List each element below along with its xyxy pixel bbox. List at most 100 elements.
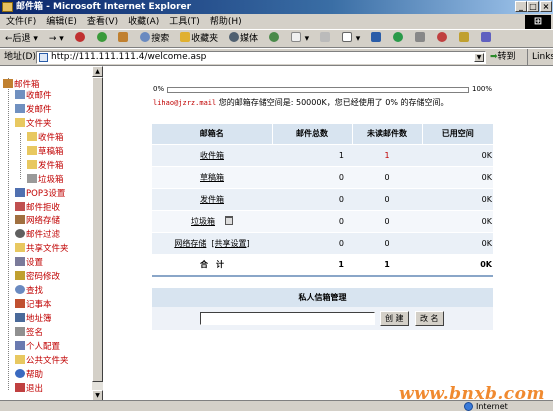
sidebar-item-notepad[interactable]: 记事本	[15, 299, 52, 310]
sidebar-item-profile[interactable]: 个人配置	[15, 341, 60, 352]
discuss-icon	[371, 32, 382, 42]
folder-open-icon	[15, 118, 25, 127]
private-folder-name-input[interactable]	[200, 312, 375, 325]
total-count: 1	[272, 143, 352, 166]
logout-icon	[15, 383, 25, 392]
print-icon	[320, 32, 331, 42]
col-header-total: 邮件总数	[271, 124, 352, 144]
total-count: 0	[272, 209, 352, 232]
edit-icon	[341, 32, 352, 42]
folder-link-trash[interactable]: 垃圾箱	[191, 217, 215, 226]
print-button[interactable]	[317, 30, 334, 47]
menu-help[interactable]: 帮助(H)	[206, 14, 246, 30]
sidebar-scrollbar[interactable]: ▲ ▼	[92, 66, 103, 401]
user-email: lihao@jzrz.mail	[153, 99, 217, 107]
unread-count: 1	[352, 143, 422, 166]
sidebar-item-send[interactable]: 发邮件	[15, 104, 52, 115]
sidebar-item-signature[interactable]: 签名	[15, 327, 43, 338]
minimize-button[interactable]: _	[515, 1, 527, 12]
title-bar: 邮件箱 - Microsoft Internet Explorer _ □ ×	[0, 0, 553, 14]
security-zone: Internet	[464, 401, 508, 411]
home-button[interactable]	[115, 30, 132, 47]
go-button[interactable]: ➡转到	[490, 49, 516, 66]
sidebar-item-folders[interactable]: 文件夹	[15, 118, 52, 129]
sidebar-item-trash[interactable]: 垃圾箱	[27, 174, 64, 185]
links-button[interactable]: Links	[527, 49, 553, 66]
tool-button-4[interactable]	[478, 30, 495, 47]
sidebar-item-shared[interactable]: 共享文件夹	[15, 243, 69, 254]
sidebar-item-storage[interactable]: 网络存储	[15, 215, 60, 226]
sidebar-item-pop3[interactable]: POP3设置	[15, 188, 65, 199]
col-header-name: 邮箱名	[152, 124, 272, 144]
menu-tools[interactable]: 工具(T)	[165, 14, 204, 30]
tool-button-2[interactable]	[434, 30, 451, 47]
favorites-button[interactable]: 收藏夹	[177, 30, 221, 47]
sidebar-item-reject[interactable]: 邮件拒收	[15, 202, 60, 213]
sidebar-item-find[interactable]: 查找	[15, 285, 43, 296]
address-url: http://111.111.111.4/welcome.asp	[51, 52, 207, 62]
folder-table: 邮箱名 邮件总数 未读邮件数 已用空间 收件箱 1 1 0K 草稿箱 0 0 0…	[152, 124, 493, 277]
used-space: 0K	[422, 231, 493, 254]
edit-button[interactable]: ▾	[339, 30, 363, 47]
back-button[interactable]: ←后退 ▾	[2, 30, 41, 47]
discuss-button[interactable]	[368, 30, 385, 47]
sidebar-item-settings[interactable]: 设置	[15, 257, 43, 268]
folder-link-storage[interactable]: 网络存储	[174, 239, 206, 248]
folder-link-sent[interactable]: 发件箱	[200, 195, 224, 204]
receive-mail-icon	[15, 90, 25, 99]
address-dropdown-icon[interactable]: ▼	[474, 53, 484, 62]
col-header-unread: 未读邮件数	[351, 124, 422, 144]
refresh-button[interactable]	[94, 30, 111, 47]
tree-line	[8, 78, 9, 390]
tool-button-1[interactable]	[412, 30, 429, 47]
sidebar-item-mailbox[interactable]: 邮件箱	[3, 79, 40, 90]
address-input[interactable]: http://111.111.111.4/welcome.asp ▼	[36, 51, 486, 64]
create-folder-button[interactable]: 创 建	[380, 311, 409, 326]
window-title: 邮件箱 - Microsoft Internet Explorer	[16, 2, 192, 12]
total-count: 0	[272, 165, 352, 188]
folder-icon	[27, 160, 37, 169]
stop-button[interactable]	[72, 30, 89, 47]
sidebar-item-receive[interactable]: 收邮件	[15, 90, 52, 101]
scroll-thumb[interactable]	[92, 77, 103, 382]
unread-count: 0	[352, 231, 422, 254]
history-button[interactable]	[266, 30, 283, 47]
folder-link-inbox[interactable]: 收件箱	[200, 151, 224, 160]
sidebar-item-sent[interactable]: 发件箱	[27, 160, 64, 171]
menu-edit[interactable]: 编辑(E)	[42, 14, 81, 30]
search-button[interactable]: 搜索	[137, 30, 172, 47]
sidebar-item-help[interactable]: 帮助	[15, 369, 43, 380]
menu-file[interactable]: 文件(F)	[2, 14, 40, 30]
menu-favorites[interactable]: 收藏(A)	[124, 14, 163, 30]
unread-count: 0	[352, 187, 422, 210]
empty-trash-icon[interactable]	[225, 215, 233, 225]
find-icon	[15, 285, 25, 294]
sidebar: 邮件箱 收邮件 发邮件 文件夹 收件箱 草稿箱 发件箱 垃圾箱 POP3设置 邮…	[0, 66, 92, 401]
rename-folder-button[interactable]: 改 名	[415, 311, 444, 326]
sidebar-item-drafts[interactable]: 草稿箱	[27, 146, 64, 157]
media-button[interactable]: 媒体	[226, 30, 261, 47]
sidebar-item-addressbook[interactable]: 地址簿	[15, 313, 52, 324]
forward-button[interactable]: → ▾	[46, 30, 67, 47]
unread-count: 0	[352, 209, 422, 232]
sidebar-item-inbox[interactable]: 收件箱	[27, 132, 64, 143]
sidebar-item-filter[interactable]: 邮件过滤	[15, 229, 60, 240]
signature-icon	[15, 327, 25, 336]
mail-button[interactable]: ▾	[288, 30, 312, 47]
filter-icon	[15, 229, 25, 238]
close-button[interactable]: ×	[540, 1, 552, 12]
ie-icon	[458, 32, 469, 42]
address-bar: 地址(D) http://111.111.111.4/welcome.asp ▼…	[0, 48, 553, 66]
favorites-icon	[180, 32, 191, 42]
menu-view[interactable]: 查看(V)	[83, 14, 122, 30]
sidebar-item-public[interactable]: 公共文件夹	[15, 355, 69, 366]
sidebar-item-password[interactable]: 密码修改	[15, 271, 60, 282]
scroll-up-icon[interactable]: ▲	[92, 66, 103, 77]
folder-link-drafts[interactable]: 草稿箱	[200, 173, 224, 182]
sidebar-item-logout[interactable]: 退出	[15, 383, 43, 394]
tool-button-3[interactable]	[456, 30, 473, 47]
share-settings-link[interactable]: [共享设置]	[211, 239, 249, 248]
messenger-button[interactable]	[390, 30, 407, 47]
trash-folder-icon	[27, 174, 37, 183]
maximize-button[interactable]: □	[527, 1, 539, 12]
